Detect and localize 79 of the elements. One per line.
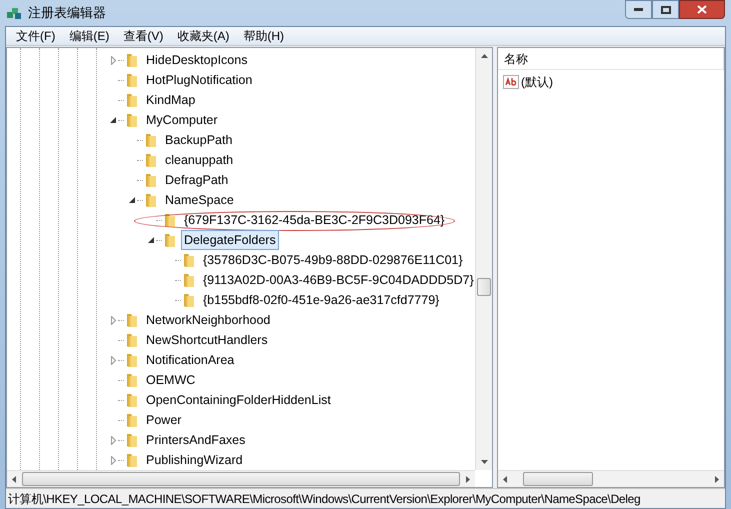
tree-item[interactable]: NewShortcutHandlers [143,330,271,350]
registry-icon [6,5,22,21]
scroll-down-icon [480,460,488,464]
expand-arrow-icon[interactable] [108,455,118,465]
maximize-button[interactable] [652,0,679,19]
menu-item[interactable]: 帮助(H) [236,26,291,46]
status-bar: 计算机\HKEY_LOCAL_MACHINE\SOFTWARE\Microsoft\Windows\CurrentVersion\Explorer\MyComputer\NameSpace\Deleg [6,488,725,508]
folder-icon [124,52,140,68]
string-value-icon [503,75,519,89]
tree-item[interactable]: PublishingWizard [143,450,246,470]
close-button[interactable] [679,0,725,19]
close-icon [697,5,707,14]
folder-icon [124,72,140,88]
folder-icon [181,252,197,268]
menu-item[interactable]: 编辑(E) [62,26,116,46]
tree-item[interactable]: {b155bdf8-02f0-451e-9a26-ae317cfd7779} [200,290,442,310]
folder-icon [143,132,159,148]
menu-item[interactable]: 收藏夹(A) [170,26,236,46]
folder-icon [124,392,140,408]
scroll-thumb[interactable] [523,472,593,486]
tree-item[interactable]: NotificationArea [143,350,238,370]
horizontal-scrollbar[interactable] [498,470,724,487]
folder-icon [124,92,140,108]
folder-icon [162,212,178,228]
tree-item[interactable]: MyComputer [143,110,221,130]
tree-item[interactable]: OpenContainingFolderHiddenList [143,390,334,410]
scroll-up-icon [480,54,488,58]
tree-item[interactable]: NameSpace [162,190,237,210]
folder-icon [181,272,197,288]
folder-icon [124,452,140,468]
folder-icon [124,112,140,128]
tree-item[interactable]: {9113A02D-00A3-46B9-BC5F-9C04DADDD5D7} [200,270,475,290]
tree-item[interactable]: DelegateFolders [181,230,279,250]
folder-icon [181,292,197,308]
folder-icon [124,312,140,328]
expand-arrow-icon[interactable] [108,435,118,445]
scroll-thumb[interactable] [22,472,460,486]
column-header[interactable]: 名称 [498,48,724,69]
expand-arrow-icon[interactable] [108,355,118,365]
tree-item[interactable]: NetworkNeighborhood [143,310,274,330]
scroll-thumb[interactable] [477,278,491,296]
menu-item[interactable]: 文件(F) [9,26,62,46]
collapse-arrow-icon[interactable] [108,115,118,125]
folder-icon [124,432,140,448]
folder-icon [124,332,140,348]
folder-icon [124,352,140,368]
menu-item[interactable]: 查看(V) [116,26,170,46]
scroll-left-icon [12,476,16,482]
scroll-right-icon [715,476,719,482]
folder-icon [143,172,159,188]
collapse-arrow-icon[interactable] [146,235,156,245]
expand-arrow-icon[interactable] [108,315,118,325]
expand-arrow-icon[interactable] [108,55,118,65]
folder-icon [143,192,159,208]
scroll-left-icon [503,476,507,482]
folder-icon [124,372,140,388]
folder-icon [124,412,140,428]
tree-item[interactable]: KindMap [143,90,198,110]
window-title: 注册表编辑器 [28,4,106,22]
tree-item[interactable]: HideDesktopIcons [143,50,250,70]
tree-item[interactable]: Power [143,410,184,430]
minimize-icon [634,8,643,11]
tree-item[interactable]: {679F137C-3162-45da-BE3C-2F9C3D093F64} [181,210,448,230]
vertical-scrollbar[interactable] [475,48,492,470]
minimize-button[interactable] [625,0,652,19]
tree-item[interactable]: {35786D3C-B075-49b9-88DD-029876E11C01} [200,250,466,270]
tree-item[interactable]: BackupPath [162,130,236,150]
tree-item[interactable]: DefragPath [162,170,232,190]
tree-item[interactable]: OEMWC [143,370,198,390]
folder-icon [143,152,159,168]
horizontal-scrollbar[interactable] [7,470,475,487]
tree-item[interactable]: HotPlugNotification [143,70,256,90]
tree-item[interactable]: PrintersAndFaxes [143,430,248,450]
value-name[interactable]: (默认) [521,73,553,91]
tree-item[interactable]: cleanuppath [162,150,236,170]
collapse-arrow-icon[interactable] [127,195,137,205]
scroll-right-icon [466,476,470,482]
maximize-icon [660,6,670,14]
folder-icon [162,232,178,248]
